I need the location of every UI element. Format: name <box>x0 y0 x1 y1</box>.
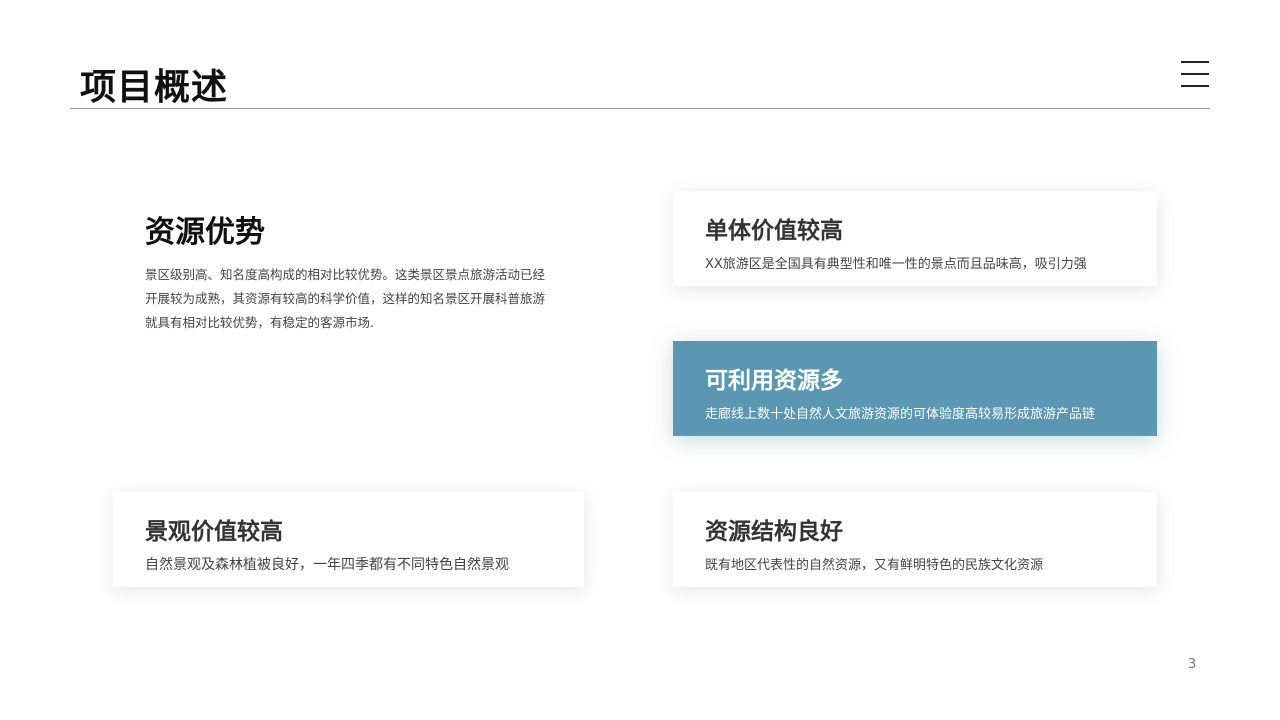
intro-heading: 资源优势 <box>145 215 265 250</box>
card-description: 自然景观及森林植被良好，一年四季都有不同特色自然景观 <box>145 557 509 573</box>
slide: 项目概述 资源优势 景区级别高、知名度高构成的相对比较优势。这类景区景点旅游活动… <box>0 0 1280 720</box>
card-resource-structure: 资源结构良好 既有地区代表性的自然资源，又有鲜明特色的民族文化资源 <box>673 492 1157 587</box>
card-title: 景观价值较高 <box>145 519 283 545</box>
menu-icon-bar <box>1181 61 1209 63</box>
card-title: 可利用资源多 <box>705 368 843 394</box>
intro-section: 资源优势 景区级别高、知名度高构成的相对比较优势。这类景区景点旅游活动已经开展较… <box>145 207 555 335</box>
card-landscape-value: 景观价值较高 自然景观及森林植被良好，一年四季都有不同特色自然景观 <box>113 492 584 587</box>
card-title: 资源结构良好 <box>705 519 843 545</box>
card-description: 既有地区代表性的自然资源，又有鲜明特色的民族文化资源 <box>705 558 1044 573</box>
card-title: 单体价值较高 <box>705 218 843 244</box>
title-divider <box>70 108 1210 109</box>
card-single-value: 单体价值较高 XX旅游区是全国具有典型性和唯一性的景点而且品味高，吸引力强 <box>673 191 1157 286</box>
page-number: 3 <box>1188 657 1197 672</box>
card-description: 走廊线上数十处自然人文旅游资源的可体验度高较易形成旅游产品链 <box>705 407 1096 422</box>
intro-body: 景区级别高、知名度高构成的相对比较优势。这类景区景点旅游活动已经开展较为成熟，其… <box>145 267 546 330</box>
card-description: XX旅游区是全国具有典型性和唯一性的景点而且品味高，吸引力强 <box>705 257 1087 272</box>
page-title: 项目概述 <box>80 67 229 108</box>
card-available-resources: 可利用资源多 走廊线上数十处自然人文旅游资源的可体验度高较易形成旅游产品链 <box>673 341 1157 436</box>
menu-icon-bar <box>1181 85 1209 87</box>
hamburger-menu-icon[interactable] <box>1181 61 1209 87</box>
menu-icon-bar <box>1181 73 1209 75</box>
